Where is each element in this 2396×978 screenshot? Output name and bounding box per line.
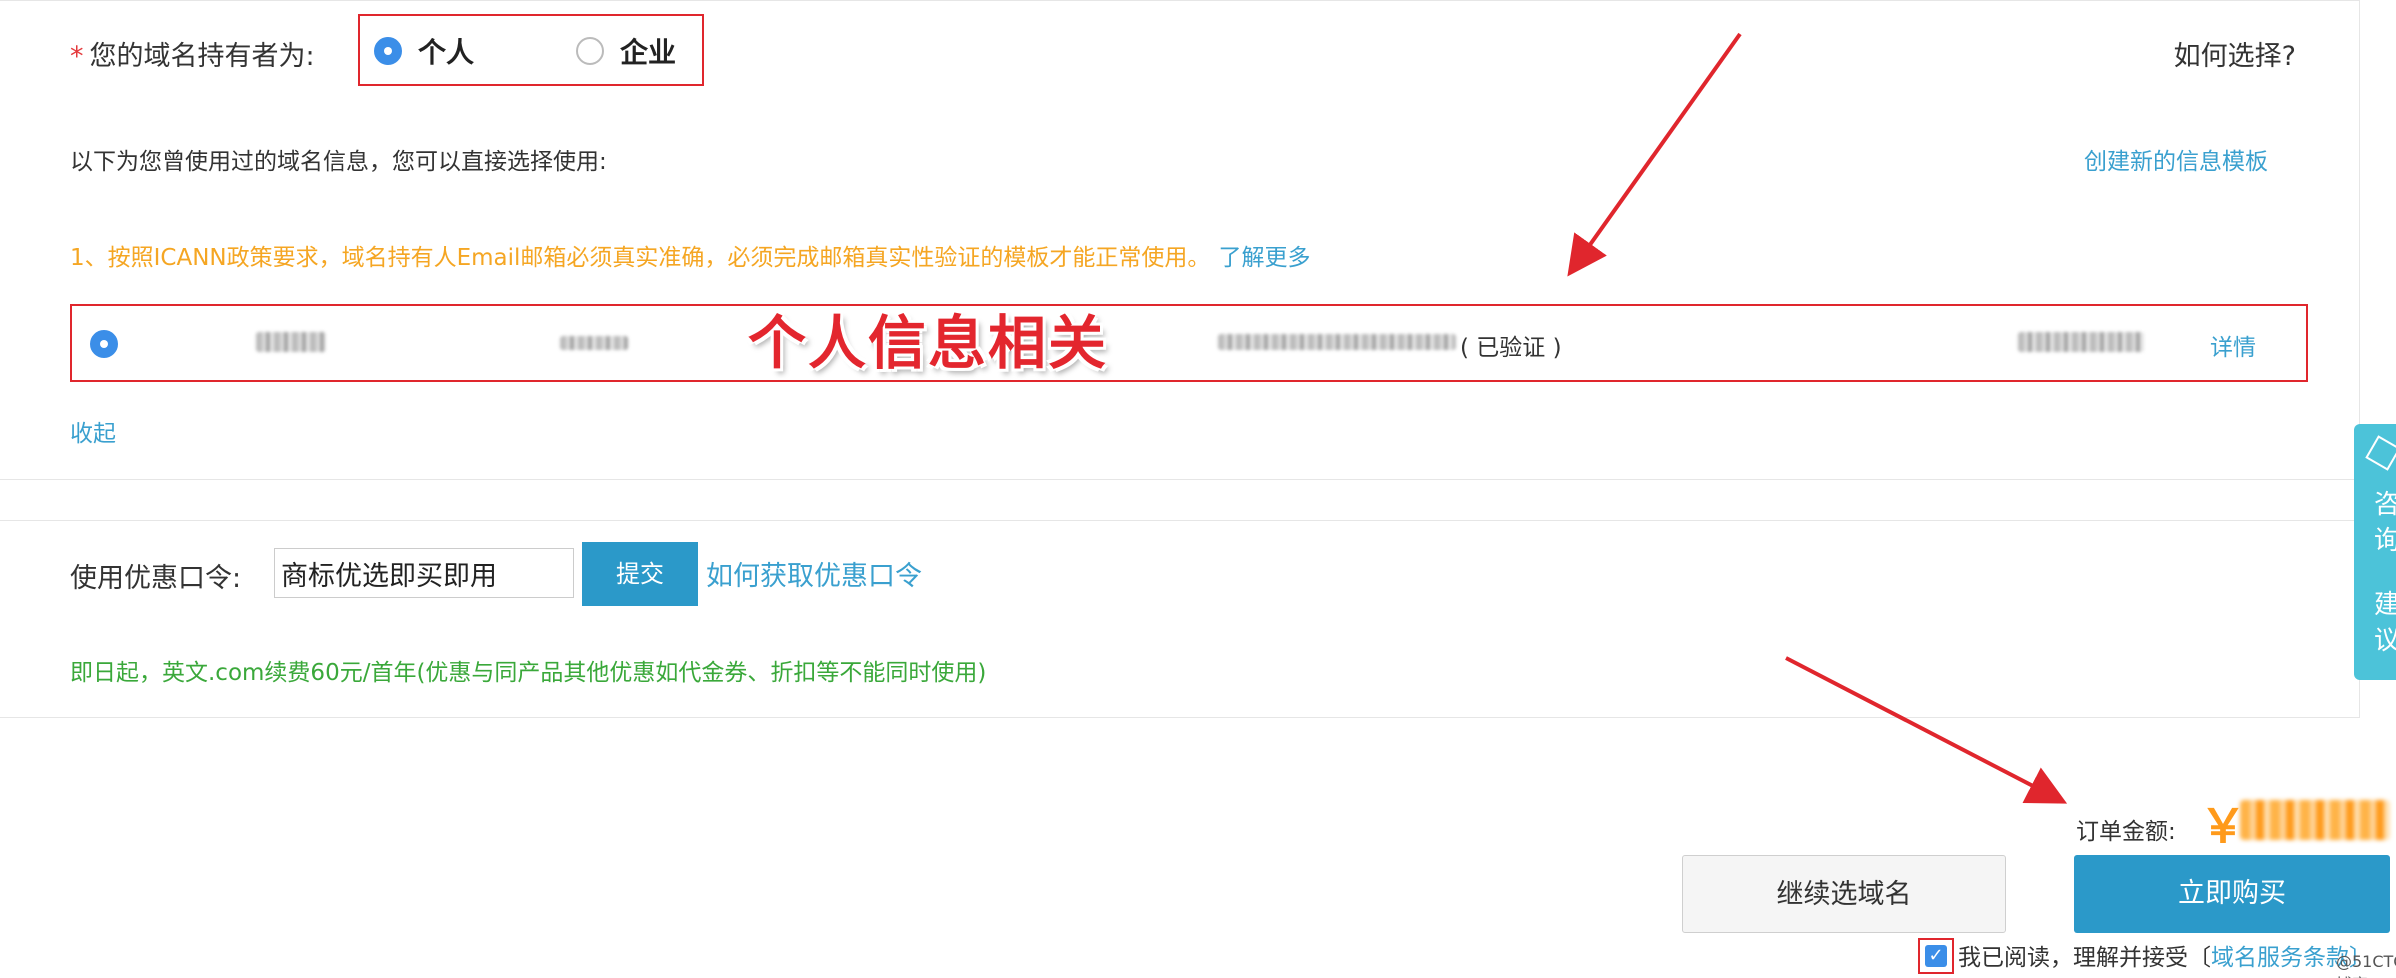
template-select-radio[interactable]	[90, 330, 118, 358]
agree-highlight: ✓	[1918, 938, 1954, 974]
owner-personal-radio[interactable]	[374, 37, 402, 65]
coupon-label: 使用优惠口令:	[70, 563, 242, 594]
how-get-coupon-link[interactable]: 如何获取优惠口令	[706, 554, 922, 593]
learn-more-link[interactable]: 了解更多	[1218, 245, 1310, 271]
blurred-price	[2240, 800, 2390, 840]
order-amount-label: 订单金额:	[2076, 819, 2176, 845]
side-tab-char: 建	[2374, 590, 2396, 620]
template-row[interactable]: ( 已验证 ) 详情	[70, 304, 2308, 382]
side-tab-char: 询	[2374, 526, 2396, 556]
promo-text: 即日起，英文.com续费60元/首年(优惠与同产品其他优惠如代金券、折扣等不能同…	[70, 660, 987, 686]
icann-notice: 1、按照ICANN政策要求，域名持有人Email邮箱必须真实准确，必须完成邮箱真…	[70, 238, 1310, 272]
coupon-submit-button[interactable]: 提交	[582, 542, 698, 606]
collapse-link[interactable]: 收起	[70, 414, 116, 448]
verified-status: ( 已验证 )	[1460, 335, 1562, 361]
coupon-input[interactable]	[274, 548, 574, 598]
annotation-personal-info: 个人信息相关	[748, 309, 1109, 377]
blurred-email	[1218, 334, 1456, 350]
continue-select-domain-button[interactable]: 继续选域名	[1682, 855, 2006, 933]
create-template-link[interactable]: 创建新的信息模板	[2084, 142, 2268, 176]
blurred-name	[256, 332, 326, 352]
icann-notice-text: 1、按照ICANN政策要求，域名持有人Email邮箱必须真实准确，必须完成邮箱真…	[70, 245, 1211, 271]
agree-label: 我已阅读，理解并接受〔	[1958, 945, 2211, 971]
side-tab-char: 议	[2374, 626, 2396, 656]
watermark: @51CTO博客	[2336, 952, 2396, 978]
owner-enterprise-radio[interactable]	[576, 37, 604, 65]
required-mark: *	[70, 41, 84, 72]
owner-label-text: 您的域名持有者为:	[89, 41, 315, 72]
feedback-side-tab[interactable]: 咨 询 建 议	[2354, 424, 2396, 680]
template-detail-link[interactable]: 详情	[2210, 328, 2256, 362]
owner-personal-label[interactable]: 个人	[418, 31, 474, 71]
blurred-field	[560, 336, 628, 350]
agree-text: 我已阅读，理解并接受〔域名服务条款〕	[1958, 938, 2372, 972]
used-templates-intro: 以下为您曾使用过的域名信息，您可以直接选择使用:	[70, 149, 607, 175]
buy-now-button[interactable]: 立即购买	[2074, 855, 2390, 933]
owner-type-highlight: 个人 企业	[358, 14, 704, 86]
side-tab-char: 咨	[2374, 490, 2396, 520]
how-to-choose-link[interactable]: 如何选择?	[2174, 34, 2296, 73]
hexagon-icon	[2365, 435, 2396, 471]
owner-enterprise-label[interactable]: 企业	[620, 31, 676, 71]
agree-checkbox[interactable]: ✓	[1925, 945, 1947, 967]
owner-label: * 您的域名持有者为:	[70, 34, 315, 73]
blurred-phone	[2018, 332, 2144, 352]
